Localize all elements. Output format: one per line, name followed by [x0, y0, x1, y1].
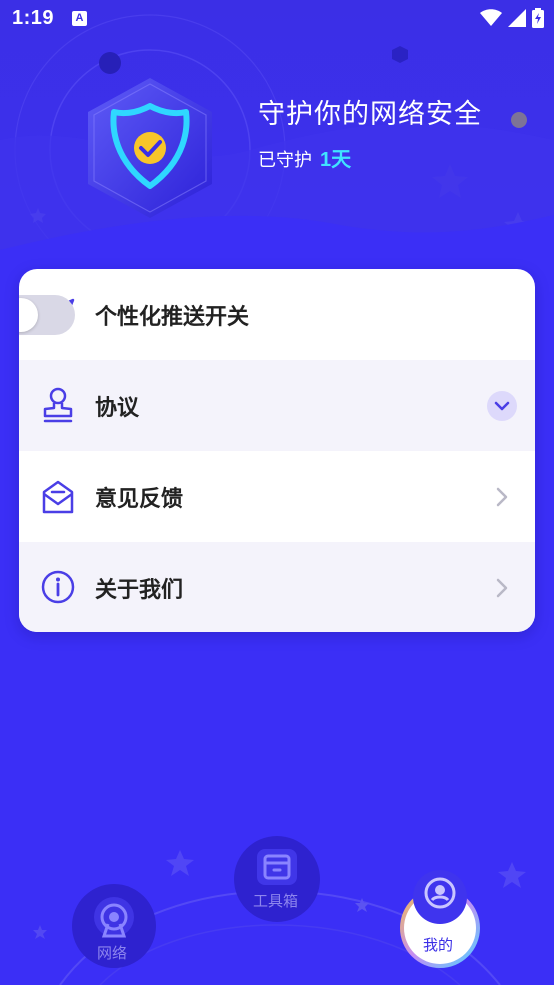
agreement-row[interactable]: 协议 [19, 360, 535, 451]
chevron-right-icon[interactable] [495, 577, 509, 599]
agreement-label: 协议 [95, 394, 140, 420]
nav-mine-label: 我的 [423, 937, 454, 954]
about-row[interactable]: 关于我们 [19, 542, 535, 632]
nav-network[interactable]: 网络 [72, 884, 156, 968]
protected-days: 已守护 1天 [258, 143, 351, 172]
status-time: 1:19 [12, 7, 55, 29]
signal-icon [508, 9, 526, 27]
status-icons [480, 8, 544, 28]
settings-card: 个性化推送开关 协议 意见反馈 关于我们 [19, 269, 535, 632]
info-icon [41, 570, 75, 604]
shield-badge [70, 68, 230, 228]
stamp-icon [43, 387, 73, 423]
bottom-nav: 网络 工具箱 我的 [0, 820, 554, 985]
mail-icon [42, 480, 74, 514]
wifi-icon [480, 9, 502, 26]
push-toggle-row[interactable]: 个性化推送开关 [19, 269, 535, 360]
header-title: 守护你的网络安全 [258, 99, 482, 129]
nav-network-label: 网络 [97, 945, 128, 962]
nav-toolbox-label: 工具箱 [253, 893, 299, 910]
profile-icon [400, 870, 480, 968]
chevron-right-icon[interactable] [495, 486, 509, 508]
status-bar: 1:19 A [0, 0, 554, 36]
protected-label: 已守护 [258, 150, 312, 170]
days-count: 1天 [320, 149, 352, 171]
expand-icon[interactable] [487, 390, 517, 421]
about-label: 关于我们 [95, 576, 184, 602]
push-toggle[interactable] [19, 294, 75, 335]
push-label: 个性化推送开关 [95, 303, 250, 329]
nav-toolbox[interactable]: 工具箱 [234, 836, 320, 922]
accessibility-icon: A [72, 11, 87, 26]
battery-icon [532, 8, 544, 28]
feedback-row[interactable]: 意见反馈 [19, 451, 535, 542]
feedback-label: 意见反馈 [95, 485, 184, 511]
nav-mine[interactable]: 我的 [395, 870, 485, 970]
